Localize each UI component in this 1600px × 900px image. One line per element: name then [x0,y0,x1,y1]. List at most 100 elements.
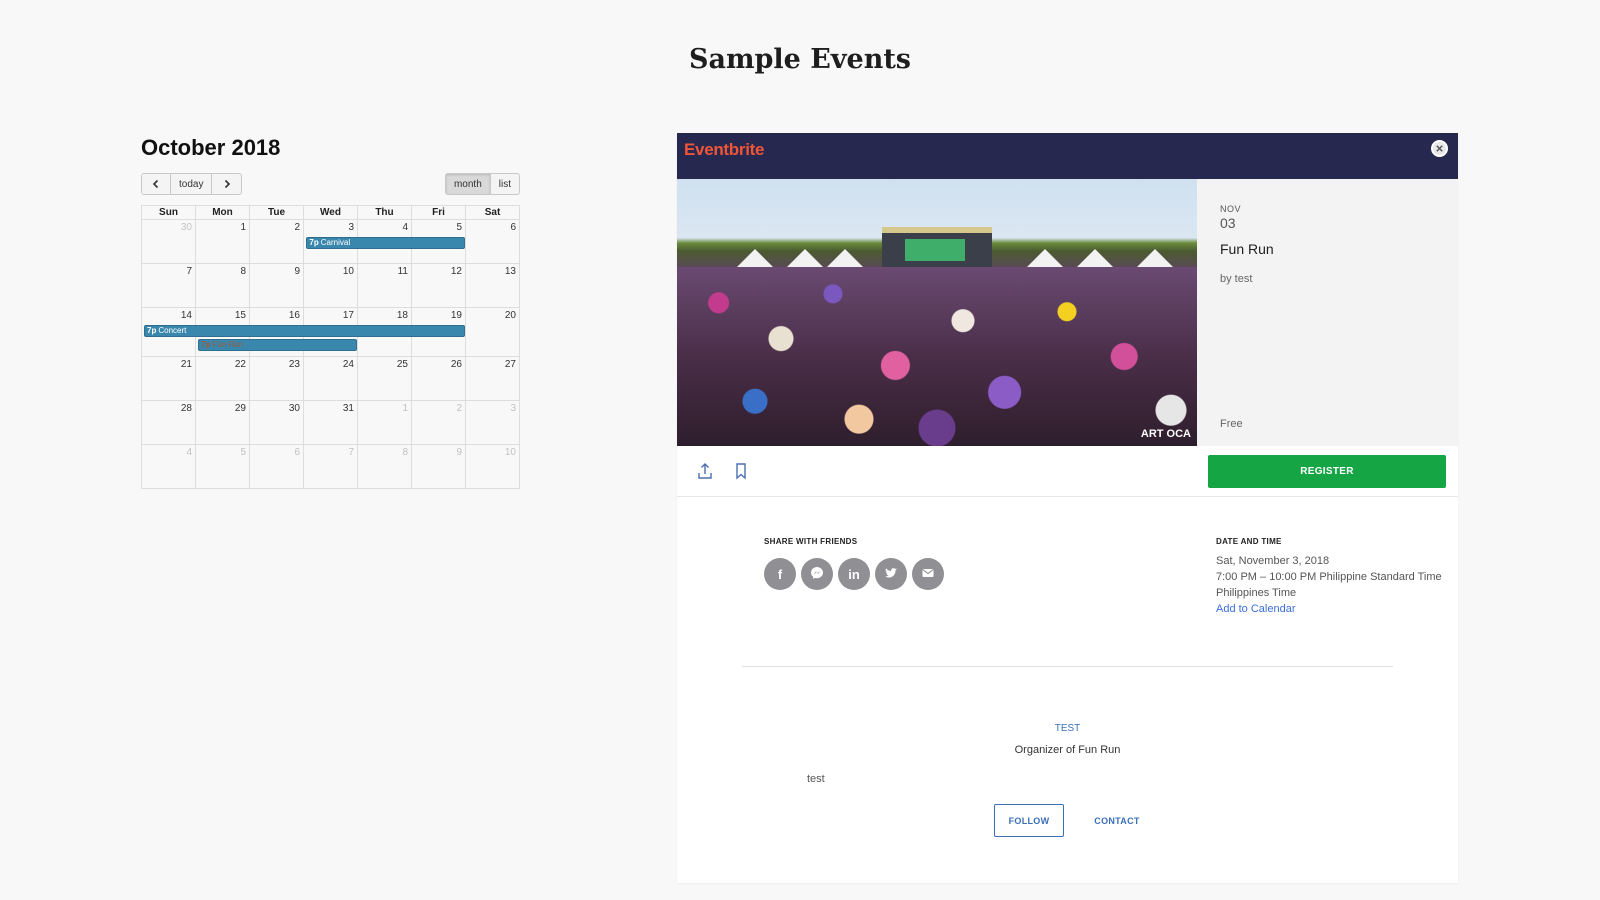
calendar-day[interactable]: 8 [358,445,412,489]
calendar-week: 4 5 6 7 8 9 10 [141,445,520,489]
calendar-day[interactable]: 6 [250,445,304,489]
day-number: 1 [402,403,408,414]
calendar-day[interactable]: 29 [196,401,250,445]
event-time: 7p [201,340,211,349]
calendar-day[interactable]: 7 [304,445,358,489]
follow-button[interactable]: FOLLOW [994,804,1064,837]
calendar-day[interactable]: 13 [466,264,520,308]
calendar-day[interactable]: 30 [250,401,304,445]
calendar-day[interactable]: 27 [466,357,520,401]
calendar-day[interactable]: 3 [466,401,520,445]
calendar-event[interactable]: 7p Concert [144,325,465,337]
prev-month-button[interactable] [141,173,171,195]
share-upload-icon [698,463,712,479]
calendar-day[interactable]: 8 [196,264,250,308]
day-header: Thu [358,206,412,219]
calendar-day[interactable]: 5 [196,445,250,489]
calendar-day[interactable]: 31 [304,401,358,445]
calendar-week: 14 15 16 17 18 19 20 7p Concert 7p Fun Run [141,308,520,357]
calendar-day[interactable]: 10 [466,445,520,489]
close-button[interactable] [1431,140,1448,157]
day-number: 3 [348,222,354,233]
today-button[interactable]: today [171,173,213,195]
calendar-day[interactable]: 4 [142,445,196,489]
day-number: 30 [288,403,300,414]
calendar-day[interactable]: 2 [412,401,466,445]
day-header: Mon [196,206,250,219]
calendar-day[interactable]: 9 [412,445,466,489]
day-number: 4 [186,447,192,458]
email-share-button[interactable] [912,558,944,590]
calendar: October 2018 today month list Sun Mon Tue W… [141,135,520,489]
event-title: Concert [158,326,187,335]
calendar-day[interactable]: 6 [466,220,520,264]
day-number: 26 [450,359,462,370]
calendar-day[interactable]: 1 [196,220,250,264]
calendar-day[interactable]: 7 [142,264,196,308]
eventbrite-widget: Eventbrite ART OCA NOV 03 Fun Run by tes… [677,133,1458,883]
calendar-day[interactable]: 23 [250,357,304,401]
day-number: 24 [342,359,354,370]
share-button[interactable] [696,462,714,480]
day-number: 21 [180,359,192,370]
calendar-day[interactable]: 10 [304,264,358,308]
calendar-day[interactable]: 28 [142,401,196,445]
day-header: Sun [142,206,196,219]
date-time-label: DATE AND TIME [1216,537,1282,546]
organizer-description: test [807,773,825,785]
day-number: 7 [186,266,192,277]
bookmark-button[interactable] [732,462,750,480]
calendar-day[interactable]: 20 [466,308,520,357]
day-number: 27 [504,359,516,370]
calendar-day[interactable]: 12 [412,264,466,308]
event-title: Carnival [320,238,351,247]
calendar-day[interactable]: 25 [358,357,412,401]
twitter-share-button[interactable] [875,558,907,590]
messenger-share-button[interactable] [801,558,833,590]
facebook-share-button[interactable]: f [764,558,796,590]
event-time: 7p [147,326,157,335]
facebook-icon: f [777,566,783,582]
image-watermark: ART OCA [1140,428,1191,440]
next-month-button[interactable] [212,173,243,195]
day-number: 28 [180,403,192,414]
month-view-button[interactable]: month [444,173,491,195]
nav-button-group: today [141,173,243,195]
calendar-event[interactable]: 7p Carnival [306,237,465,249]
calendar-day[interactable]: 26 [412,357,466,401]
calendar-day[interactable]: 30 [142,220,196,264]
calendar-day[interactable]: 9 [250,264,304,308]
calendar-day[interactable]: 2 [250,220,304,264]
organizer-role: Organizer of Fun Run [1014,744,1121,756]
list-view-button[interactable]: list [490,173,520,195]
day-number: 2 [456,403,462,414]
event-time: 7p [309,238,319,247]
share-icons: f in [764,558,944,590]
day-number: 8 [402,447,408,458]
day-number: 9 [294,266,300,277]
day-number: 2 [294,222,300,233]
calendar-day[interactable]: 21 [142,357,196,401]
contact-button[interactable]: CONTACT [1082,804,1152,837]
calendar-day[interactable]: 11 [358,264,412,308]
event-price: Free [1220,418,1243,430]
add-to-calendar-link[interactable]: Add to Calendar [1216,601,1446,617]
calendar-day[interactable]: 22 [196,357,250,401]
calendar-week: 21 22 23 24 25 26 27 [141,357,520,401]
linkedin-share-button[interactable]: in [838,558,870,590]
day-number: 22 [234,359,246,370]
twitter-icon [884,566,898,583]
calendar-day[interactable]: 24 [304,357,358,401]
day-number: 6 [510,222,516,233]
calendar-day[interactable]: 1 [358,401,412,445]
day-number: 14 [180,310,192,321]
day-number: 13 [504,266,516,277]
close-icon [1436,145,1443,152]
event-organizer-byline: by test [1220,273,1253,285]
calendar-event[interactable]: 7p Fun Run [198,339,357,351]
organizer-name[interactable]: TEST [677,723,1458,734]
date-time-details: Sat, November 3, 2018 7:00 PM – 10:00 PM… [1216,553,1446,617]
action-bar: REGISTER [677,446,1458,497]
register-button[interactable]: REGISTER [1208,455,1446,488]
widget-header: Eventbrite [677,133,1458,179]
